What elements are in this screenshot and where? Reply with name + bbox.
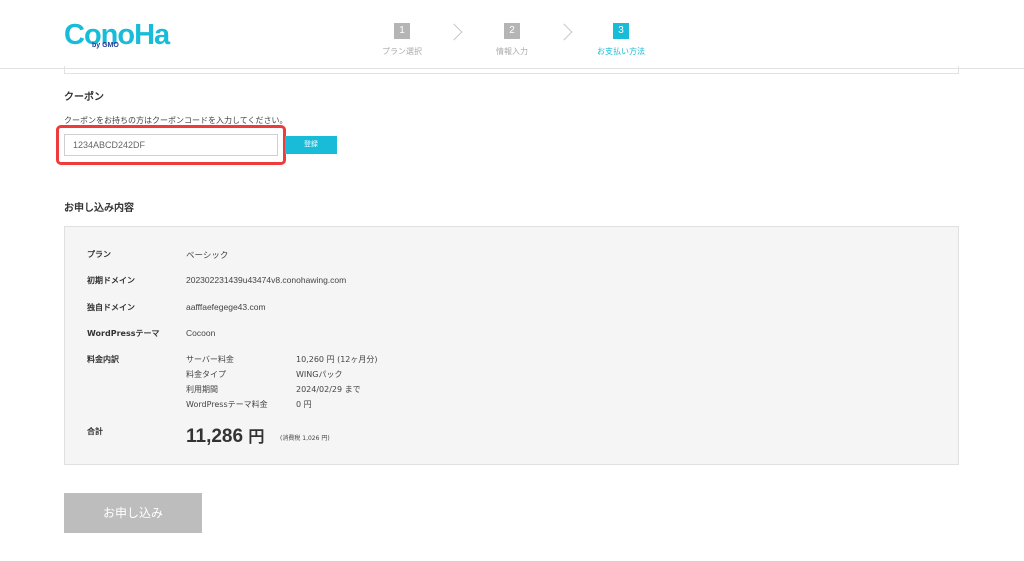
fee-name: WordPressテーマ料金 [186,400,268,409]
wordpress-theme-value: Cocoon [186,328,216,338]
step-label: お支払い方法 [597,47,645,56]
chevron-right-icon [445,23,463,41]
progress-steps: 1 プラン選択 2 情報入力 3 お支払い方法 [0,0,1024,69]
summary-title: お申し込み内容 [64,203,134,214]
initial-domain-value: 202302231439u43474v8.conohawing.com [186,275,347,285]
coupon-title: クーポン [64,92,104,103]
summary-box: プラン ベーシック 初期ドメイン 202302231439u43474v8.co… [64,226,959,465]
fee-name: サーバー料金 [186,355,234,364]
total-amount-value: 11,286 [186,426,244,447]
fee-name: 料金タイプ [186,370,226,379]
coupon-note: クーポンをお持ちの方はクーポンコードを入力してください。 [64,116,288,125]
step-info-input: 2 情報入力 [477,18,547,57]
coupon-code-input[interactable]: 1234ABCD242DF [64,134,278,156]
plan-label: プラン [87,250,111,259]
plan-value: ベーシック [186,250,229,260]
step-number: 3 [613,23,629,39]
fee-value: 10,260 円 (12ヶ月分) [296,355,378,364]
total-tax: (消費税 1,026 円) [280,435,330,442]
header: ConoHa by GMO 1 プラン選択 2 情報入力 3 お支払い方法 [0,0,1024,69]
step-number: 2 [504,23,520,39]
total-amount-unit: 円 [248,427,265,446]
step-number: 1 [394,23,410,39]
previous-section-box [64,66,959,74]
fee-value: 2024/02/29 まで [296,385,361,394]
coupon-register-button[interactable]: 登録 [285,136,337,154]
fee-breakdown-label: 料金内訳 [87,355,119,364]
fee-name: 利用期間 [186,385,218,394]
chevron-right-icon [555,23,573,41]
wordpress-theme-label: WordPressテーマ [87,329,160,338]
submit-application-button[interactable]: お申し込み [64,493,202,533]
initial-domain-label: 初期ドメイン [87,276,135,285]
step-plan-select: 1 プラン選択 [367,18,437,57]
custom-domain-label: 独自ドメイン [87,303,135,312]
step-label: 情報入力 [496,47,528,56]
custom-domain-value: aafffaefegege43.com [186,302,266,312]
step-label: プラン選択 [382,47,422,56]
total-amount: 11,286 円 [186,423,264,448]
fee-value: 0 円 [296,400,312,409]
total-label: 合計 [87,427,103,436]
fee-value: WINGパック [296,370,343,379]
step-payment-method: 3 お支払い方法 [586,18,656,57]
